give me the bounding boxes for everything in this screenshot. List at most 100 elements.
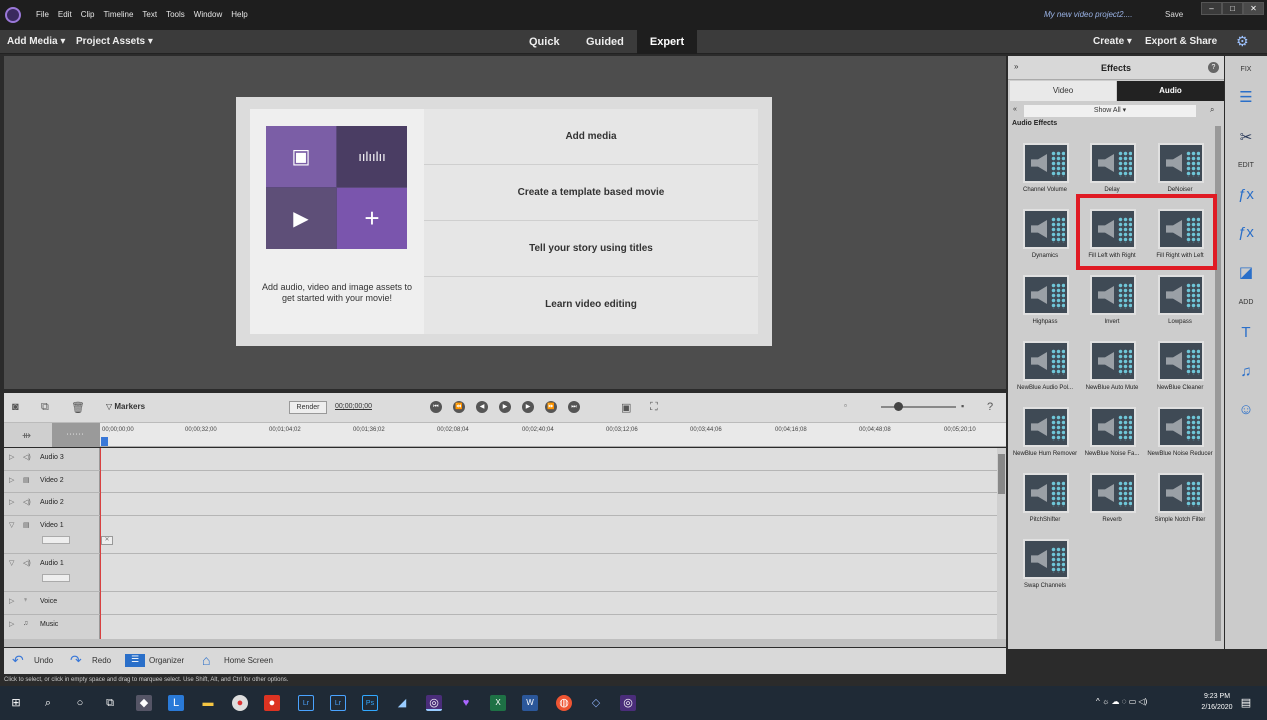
effects-fx-icon[interactable]: ƒx [1235,186,1257,206]
learn-editing-option[interactable]: Learn video editing [424,277,758,333]
menu-file[interactable]: File [36,10,49,19]
insert-icon[interactable]: ⧉ [41,401,49,414]
graphics-smiley-icon[interactable]: ☺ [1235,401,1257,421]
chrome-icon[interactable]: ● [232,695,248,711]
app-l-icon[interactable]: L [168,695,184,711]
close-icon[interactable]: ✕ [1243,2,1264,15]
markers-dropdown[interactable]: ▽ Markers [106,402,145,411]
app-red-icon[interactable]: ● [264,695,280,711]
premiere-elements-icon[interactable]: ◎ [426,695,442,711]
transitions-icon[interactable]: ◪ [1235,263,1257,283]
maximize-icon[interactable]: □ [1222,2,1243,15]
system-tray-icons[interactable]: ^ ☼ ☁ ◌ ▭ ◁) [1096,697,1147,706]
minimize-icon[interactable]: – [1201,2,1222,15]
timecode[interactable]: 00;00;00;00 [335,403,372,410]
save-button[interactable]: Save [1165,10,1183,19]
menu-edit[interactable]: Edit [58,10,72,19]
adjustments-icon[interactable]: ☰ [1235,88,1257,108]
app-pin-icon[interactable]: ♥ [458,695,474,711]
media-thumbnail[interactable]: ▣ ıılıılıı ▶ + [266,126,407,249]
app-purple-icon[interactable]: ◎ [620,695,636,711]
excel-icon[interactable]: X [490,695,506,711]
task-view-icon[interactable]: ⧉ [102,695,118,711]
zoom-out-icon[interactable]: ▫ [844,401,847,410]
app-icon[interactable]: ◆ [136,695,152,711]
expand-icon[interactable]: ▷ [9,597,14,605]
organizer-icon[interactable]: ☰ [125,654,145,667]
clock[interactable]: 9:23 PM 2/16/2020 [1197,691,1237,713]
expand-icon[interactable]: ▷ [9,498,14,506]
timeline-vertical-scrollbar[interactable] [997,448,1006,639]
photoshop-icon[interactable]: Ps [362,695,378,711]
play-button-icon[interactable]: ▶ [499,401,511,413]
expand-icon[interactable]: ▷ [9,476,14,484]
applied-effects-icon[interactable]: ƒx [1235,224,1257,244]
menu-clip[interactable]: Clip [81,10,95,19]
menu-text[interactable]: Text [142,10,157,19]
zoom-slider[interactable] [881,406,956,408]
organizer-button[interactable]: Organizer [149,656,184,665]
effect-tile[interactable]: NewBlue Audio Pol... [1012,341,1078,403]
track-audio-1[interactable]: ▽ ◁) Audio 1 [4,554,997,592]
effect-tile[interactable]: Reverb [1079,473,1145,535]
gear-icon[interactable]: ⚙ [1236,33,1249,50]
track-video-1[interactable]: ▽ ▤ Video 1 ✕ [4,516,997,554]
tools-icon[interactable]: ✂ [1235,128,1257,148]
back-icon[interactable]: « [1013,106,1017,113]
app-orange-icon[interactable]: ◍ [556,695,572,711]
effect-tile[interactable]: Lowpass [1147,275,1213,337]
project-assets-button[interactable]: Project Assets ▾ [76,36,153,47]
search-icon[interactable]: ⌕ [40,695,56,711]
speaker-icon[interactable]: ◁) [23,559,31,567]
step-back-icon[interactable]: ◀ [476,401,488,413]
tab-audio[interactable]: Audio [1117,81,1224,101]
music-note-icon[interactable]: ♫ [1235,363,1257,383]
effect-tile[interactable]: Highpass [1012,275,1078,337]
fast-forward-icon[interactable]: ⏩ [545,401,557,413]
go-end-icon[interactable]: ⏭ [568,401,580,413]
step-forward-icon[interactable]: ▶ [522,401,534,413]
timeline-tracks[interactable]: ▷ ◁) Audio 3 ▷ ▤ Video 2 ▷ ◁) Audio 2 ▽ … [4,448,997,639]
tab-video[interactable]: Video [1010,81,1116,101]
titles-icon[interactable]: T [1235,324,1257,344]
show-all-dropdown[interactable]: Show All ▾ [1024,105,1196,117]
expand-icon[interactable]: ▷ [9,453,14,461]
playhead[interactable] [101,437,108,446]
mode-quick-tab[interactable]: Quick [519,30,570,54]
export-share-button[interactable]: Export & Share [1145,36,1217,47]
cortana-icon[interactable]: ○ [72,695,88,711]
lightroom-classic-icon[interactable]: Lr [330,695,346,711]
zoom-slider-knob[interactable] [894,402,903,411]
help-icon[interactable]: ? [1208,62,1219,73]
track-video-2[interactable]: ▷ ▤ Video 2 [4,471,997,493]
timeline-horizontal-scrollbar[interactable] [4,639,1006,647]
monitor-icon[interactable]: ▣ [621,401,631,414]
effect-tile[interactable]: NewBlue Noise Fa... [1079,407,1145,469]
speaker-icon[interactable]: ◁) [23,498,31,506]
redo-button[interactable]: Redo [92,656,111,665]
effect-tile[interactable]: Channel Volume [1012,143,1078,205]
music-icon[interactable]: ♫ [23,620,28,627]
word-icon[interactable]: W [522,695,538,711]
search-icon[interactable]: ⌕ [1210,105,1214,115]
fullscreen-icon[interactable]: ⛶ [650,401,658,414]
microphone-icon[interactable]: ♆ [23,597,28,604]
timeline-ruler[interactable]: ⇻ ⋯⋯ 00;00;00;00 00;00;32;00 00;01;04;02… [4,423,1006,447]
mode-guided-tab[interactable]: Guided [576,30,634,54]
effect-tile[interactable]: Invert [1079,275,1145,337]
titles-option[interactable]: Tell your story using titles [424,221,758,277]
add-media-button[interactable]: Add Media ▾ [7,36,65,47]
collapse-icon[interactable]: ▽ [9,559,14,567]
film-icon[interactable]: ▤ [23,521,30,529]
audio-toggle[interactable]: ⋯⋯ [52,423,100,447]
mode-expert-tab[interactable]: Expert [637,30,697,54]
add-media-option[interactable]: Add media [424,109,758,165]
camera-icon[interactable]: ◙ [12,401,19,413]
track-music[interactable]: ▷ ♫ Music [4,615,997,639]
transition-icon[interactable]: ✕ [101,536,113,545]
collapse-icon[interactable]: ▽ [9,521,14,529]
film-icon[interactable]: ▤ [23,476,30,484]
effect-tile[interactable]: PitchShifter [1012,473,1078,535]
effect-tile[interactable]: Swap Channels [1012,539,1078,601]
adjust-icon[interactable]: ⇻ [22,429,31,442]
